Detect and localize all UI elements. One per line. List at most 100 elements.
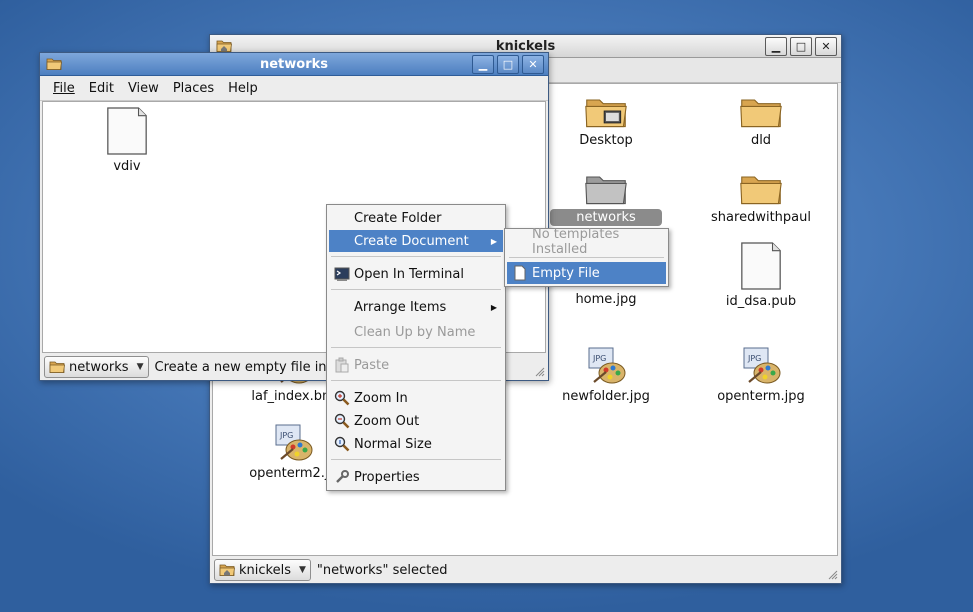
paste-icon <box>335 357 349 373</box>
file-label: newfolder.jpg <box>562 389 650 404</box>
zoom-in-icon <box>334 390 350 406</box>
maximize-button[interactable]: □ <box>790 37 812 56</box>
menu-item-label: Empty File <box>532 265 600 281</box>
location-button[interactable]: knickels ▼ <box>214 559 311 581</box>
minimize-button[interactable]: ▁ <box>765 37 787 56</box>
menu-item-label: Paste <box>354 357 390 373</box>
minimize-button[interactable]: ▁ <box>472 55 494 74</box>
menu-item-label: Arrange Items <box>354 299 447 315</box>
file-item[interactable]: vdiv <box>67 106 187 175</box>
context-menu: Create Folder Create Document ▶ Open In … <box>326 204 506 491</box>
folder-icon <box>739 169 783 207</box>
submenu-arrow-icon: ▶ <box>490 302 497 312</box>
minimize-icon: ▁ <box>478 58 488 71</box>
menu-places[interactable]: Places <box>166 79 221 98</box>
menu-item-label: Normal Size <box>354 436 432 452</box>
menu-item-label: Open In Terminal <box>354 266 464 282</box>
file-item[interactable]: dld <box>701 92 821 149</box>
home-folder-icon <box>219 562 235 578</box>
menu-item-create-folder[interactable]: Create Folder <box>329 207 503 229</box>
file-item[interactable]: openterm.jpg <box>701 346 821 405</box>
folder-icon <box>739 92 783 130</box>
file-item[interactable]: id_dsa.pub <box>701 241 821 310</box>
menu-item-create-document[interactable]: Create Document ▶ <box>329 230 503 252</box>
folder-icon <box>46 56 62 72</box>
knickels-statusbar: knickels ▼ "networks" selected <box>210 557 841 583</box>
menu-item-paste: Paste <box>329 354 503 376</box>
jpg-image-icon <box>273 423 313 463</box>
resize-grip-icon[interactable] <box>828 570 838 580</box>
file-label: networks <box>550 209 662 226</box>
file-label: sharedwithpaul <box>711 210 811 225</box>
file-label: Desktop <box>579 133 633 148</box>
menu-separator <box>331 380 501 381</box>
folder-icon <box>49 359 65 375</box>
close-button[interactable]: ✕ <box>522 55 544 74</box>
menu-separator <box>331 347 501 348</box>
close-button[interactable]: ✕ <box>815 37 837 56</box>
folder-icon <box>584 169 628 207</box>
menu-item-no-templates: No templates Installed <box>507 227 666 257</box>
menu-item-normal-size[interactable]: Normal Size <box>329 433 503 455</box>
menu-item-label: Zoom Out <box>354 413 420 429</box>
blank-document-icon <box>514 265 526 281</box>
menu-item-label: Create Document <box>354 233 469 249</box>
submenu-arrow-icon: ▶ <box>490 236 497 246</box>
menu-separator <box>331 459 501 460</box>
zoom-out-icon <box>334 413 350 429</box>
close-icon: ✕ <box>821 40 831 53</box>
blank-document-icon <box>104 106 150 156</box>
menu-item-label: Properties <box>354 469 420 485</box>
location-label: networks <box>69 359 129 375</box>
minimize-icon: ▁ <box>771 40 781 53</box>
maximize-icon: □ <box>502 58 514 71</box>
file-label: id_dsa.pub <box>725 294 797 309</box>
menu-separator <box>509 257 664 258</box>
menu-help[interactable]: Help <box>221 79 265 98</box>
file-label: vdiv <box>113 159 141 174</box>
menu-item-clean-up: Clean Up by Name <box>329 321 503 343</box>
menubar: File Edit View Places Help <box>40 76 548 101</box>
status-text: "networks" selected <box>316 562 448 578</box>
menu-item-properties[interactable]: Properties <box>329 466 503 488</box>
location-button[interactable]: networks ▼ <box>44 356 149 378</box>
dropdown-arrow-icon: ▼ <box>298 565 306 575</box>
file-label: dld <box>750 133 772 148</box>
maximize-button[interactable]: □ <box>497 55 519 74</box>
maximize-icon: □ <box>795 40 807 53</box>
dropdown-arrow-icon: ▼ <box>136 362 144 372</box>
menu-separator <box>331 256 501 257</box>
menu-item-label: Zoom In <box>354 390 408 406</box>
networks-titlebar[interactable]: networks ▁ □ ✕ <box>40 53 548 76</box>
file-label: openterm.jpg <box>717 389 805 404</box>
jpg-image-icon <box>741 346 781 386</box>
menu-item-open-in-terminal[interactable]: Open In Terminal <box>329 263 503 285</box>
wrench-icon <box>336 470 349 483</box>
menu-file[interactable]: File <box>46 79 82 98</box>
menu-item-arrange-items[interactable]: Arrange Items ▶ <box>329 296 503 318</box>
file-item[interactable]: Desktop <box>546 92 666 149</box>
menu-item-zoom-out[interactable]: Zoom Out <box>329 410 503 432</box>
menu-separator <box>331 289 501 290</box>
file-item[interactable]: newfolder.jpg <box>546 346 666 405</box>
file-label: laf_index.bm <box>251 389 335 404</box>
location-label: knickels <box>239 562 291 578</box>
zoom-normal-icon <box>334 436 350 452</box>
menu-item-label: Clean Up by Name <box>354 324 476 340</box>
desktop-folder-icon <box>584 92 628 130</box>
close-icon: ✕ <box>528 58 538 71</box>
file-item-selected[interactable]: networks <box>546 169 666 226</box>
blank-document-icon <box>738 241 784 291</box>
resize-grip-icon[interactable] <box>535 367 545 377</box>
jpg-image-icon <box>586 346 626 386</box>
menu-item-zoom-in[interactable]: Zoom In <box>329 387 503 409</box>
file-item[interactable]: sharedwithpaul <box>701 169 821 226</box>
menu-item-label: No templates Installed <box>532 227 620 257</box>
create-document-submenu: No templates Installed Empty File <box>504 227 669 287</box>
menu-item-empty-file[interactable]: Empty File <box>507 262 666 284</box>
menu-view[interactable]: View <box>121 79 166 98</box>
terminal-icon <box>334 267 350 281</box>
menu-edit[interactable]: Edit <box>82 79 121 98</box>
file-label: home.jpg <box>575 292 637 307</box>
menu-item-label: Create Folder <box>354 210 442 226</box>
